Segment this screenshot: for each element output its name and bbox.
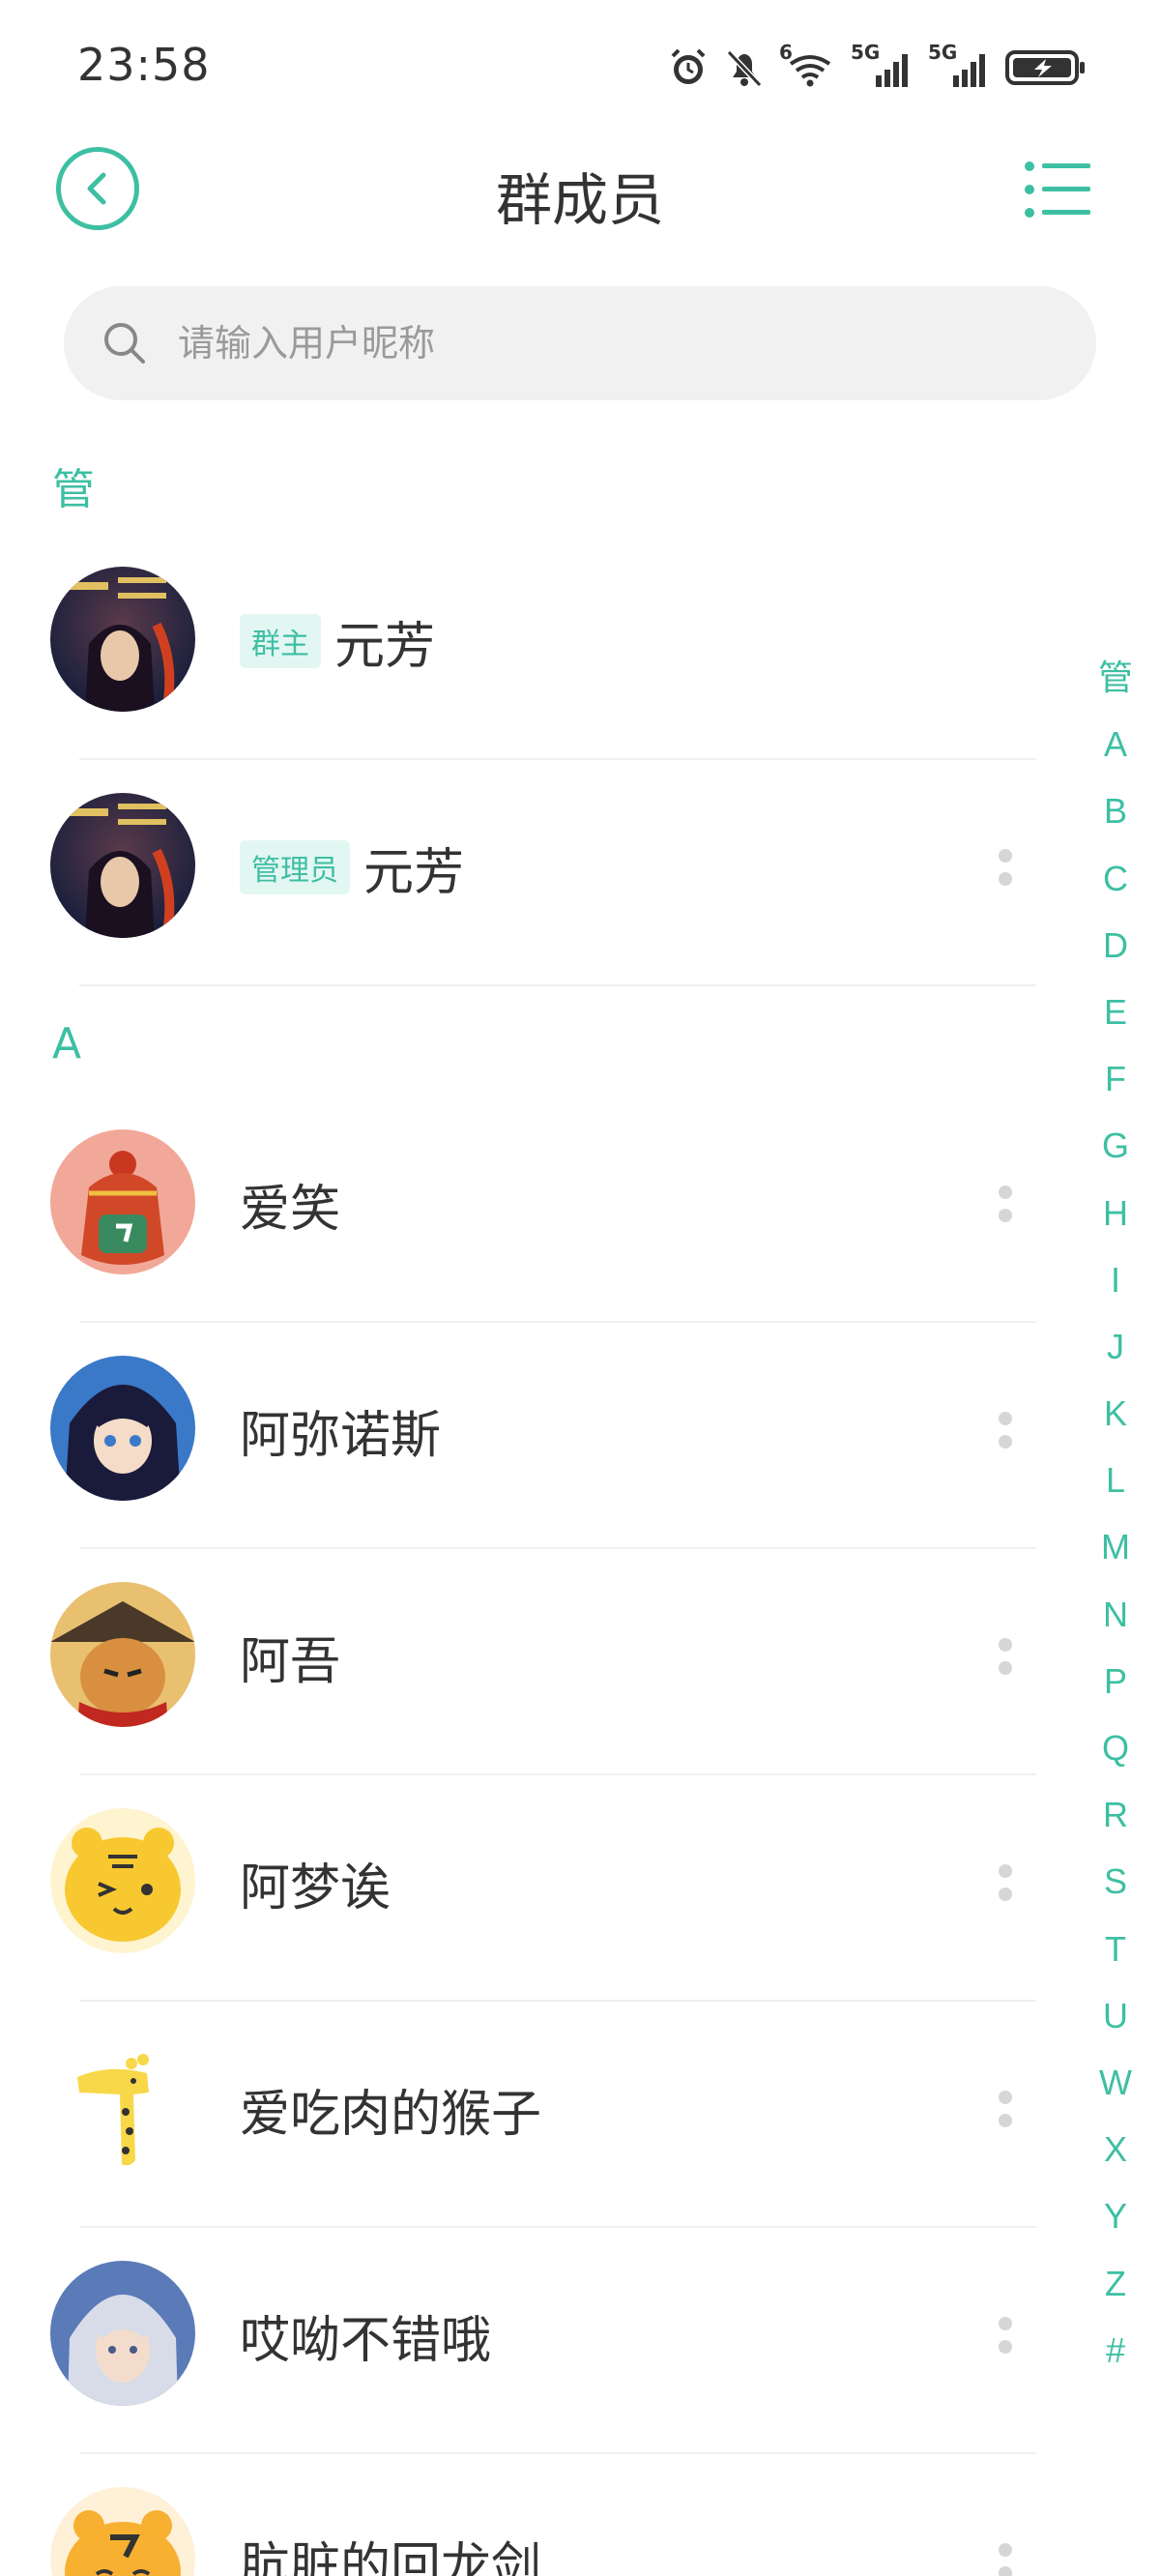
member-row[interactable]: 阿吾 [0, 1543, 1063, 1770]
alpha-index-letter[interactable]: C [1103, 845, 1128, 912]
alpha-index-letter[interactable]: J [1107, 1313, 1124, 1380]
alpha-index-letter[interactable]: I [1111, 1246, 1120, 1313]
role-badge-admin: 管理员 [240, 840, 350, 894]
more-dot-icon [999, 2566, 1012, 2576]
alpha-index-letter[interactable]: Q [1102, 1714, 1129, 1781]
avatar [50, 1808, 195, 1953]
more-dot-icon [999, 2543, 1012, 2557]
member-name: 阿吾 [240, 1632, 341, 1691]
alpha-index-letter[interactable]: H [1103, 1180, 1128, 1246]
alpha-index-letter[interactable]: E [1104, 979, 1127, 1045]
avatar [50, 2034, 195, 2180]
alpha-index-letter[interactable]: P [1104, 1648, 1127, 1714]
member-row[interactable]: 肮脏的回龙剑 [0, 2448, 1063, 2576]
alpha-index-letter[interactable]: B [1104, 777, 1127, 844]
avatar [50, 1356, 195, 1501]
more-dot-icon [999, 1435, 1012, 1449]
more-dot-icon [999, 1888, 1012, 1901]
more-button[interactable] [976, 2448, 1034, 2576]
avatar [50, 793, 195, 938]
member-row[interactable]: 阿梦诶 [0, 1770, 1063, 1996]
alpha-index-letter[interactable]: 管 [1098, 644, 1133, 711]
divider [79, 984, 1036, 986]
section-header-admin: 管 [52, 465, 95, 514]
more-dot-icon [999, 1661, 1012, 1675]
more-button[interactable] [976, 754, 1034, 981]
more-button[interactable] [976, 1091, 1034, 1317]
more-button[interactable] [976, 1770, 1034, 1996]
search-input[interactable] [178, 322, 951, 365]
list-menu-icon [1025, 161, 1090, 218]
alpha-index-letter[interactable]: X [1104, 2116, 1127, 2182]
member-name: 爱吃肉的猴子 [240, 2085, 542, 2144]
alpha-index-letter[interactable]: Z [1105, 2250, 1126, 2317]
menu-button[interactable] [1025, 161, 1092, 219]
alpha-index-letter[interactable]: M [1101, 1513, 1130, 1580]
mute-bell-icon [726, 49, 763, 88]
more-dot-icon [999, 1186, 1012, 1199]
alpha-index-letter[interactable]: W [1099, 2049, 1132, 2116]
alarm-icon [671, 48, 706, 84]
signal-5g-icon: 5G [851, 41, 913, 89]
alpha-index-letter[interactable]: N [1103, 1581, 1128, 1648]
member-row[interactable]: 管理员 元芳 [0, 754, 1063, 981]
header: 群成员 [0, 135, 1160, 251]
signal-5g-icon: 5G [928, 41, 990, 89]
status-bar: 23:58 6 5G 5G [0, 0, 1160, 135]
alpha-index-letter[interactable]: D [1103, 912, 1128, 979]
member-row[interactable]: 哎呦不错哦 [0, 2222, 1063, 2448]
wifi-icon: 6 [779, 41, 835, 89]
more-button[interactable] [976, 1543, 1034, 1770]
avatar [50, 567, 195, 712]
member-row[interactable]: 爱笑 [0, 1091, 1063, 1317]
alpha-index-letter[interactable]: S [1104, 1848, 1127, 1915]
alpha-index-letter[interactable]: U [1103, 1982, 1128, 2049]
more-dot-icon [999, 1864, 1012, 1878]
avatar [50, 1129, 195, 1274]
role-badge-owner: 群主 [240, 614, 321, 668]
member-name: 爱笑 [240, 1180, 341, 1239]
avatar [50, 2261, 195, 2406]
alpha-index-letter[interactable]: R [1103, 1781, 1128, 1848]
member-row[interactable]: 爱吃肉的猴子 [0, 1996, 1063, 2222]
status-icons: 6 5G 5G [667, 41, 1087, 93]
search-bar[interactable] [64, 286, 1096, 400]
avatar [50, 1582, 195, 1727]
member-name: 肮脏的回龙剑 [240, 2537, 542, 2576]
alpha-index-letter[interactable]: T [1105, 1916, 1126, 1982]
more-button[interactable] [976, 1317, 1034, 1543]
member-name: 阿弥诺斯 [240, 1406, 442, 1465]
more-dot-icon [999, 849, 1012, 863]
alpha-index-letter[interactable]: K [1104, 1380, 1127, 1447]
more-button[interactable] [976, 2222, 1034, 2448]
more-dot-icon [999, 2114, 1012, 2127]
alpha-index-letter[interactable]: L [1106, 1447, 1125, 1513]
more-dot-icon [999, 2340, 1012, 2354]
more-dot-icon [999, 2317, 1012, 2330]
alpha-index-letter[interactable]: A [1104, 711, 1127, 777]
member-name: 元芳 [334, 617, 436, 676]
status-time: 23:58 [77, 39, 211, 91]
avatar [50, 2487, 195, 2576]
member-name: 阿梦诶 [240, 1859, 392, 1917]
member-name: 哎呦不错哦 [240, 2311, 492, 2370]
more-button[interactable] [976, 1996, 1034, 2222]
member-row[interactable]: 群主 元芳 [0, 528, 1063, 754]
alpha-index-letter[interactable]: F [1105, 1045, 1126, 1112]
section-header-a: A [52, 1019, 82, 1068]
more-dot-icon [999, 1209, 1012, 1222]
more-dot-icon [999, 1412, 1012, 1425]
alpha-index-letter[interactable]: # [1106, 2317, 1125, 2384]
more-dot-icon [999, 1638, 1012, 1652]
battery-charging-icon [1005, 50, 1085, 85]
alpha-index-letter[interactable]: G [1102, 1112, 1129, 1179]
alpha-index-letter[interactable]: Y [1104, 2182, 1127, 2249]
search-icon [104, 323, 145, 364]
member-name: 元芳 [363, 843, 465, 902]
more-dot-icon [999, 2091, 1012, 2104]
alphabet-index[interactable]: 管 A B C D E F G H I J K L M N P Q R S T U W X Y Z # [1087, 644, 1145, 2384]
page-title: 群成员 [495, 167, 664, 233]
member-row[interactable]: 阿弥诺斯 [0, 1317, 1063, 1543]
more-dot-icon [999, 872, 1012, 886]
